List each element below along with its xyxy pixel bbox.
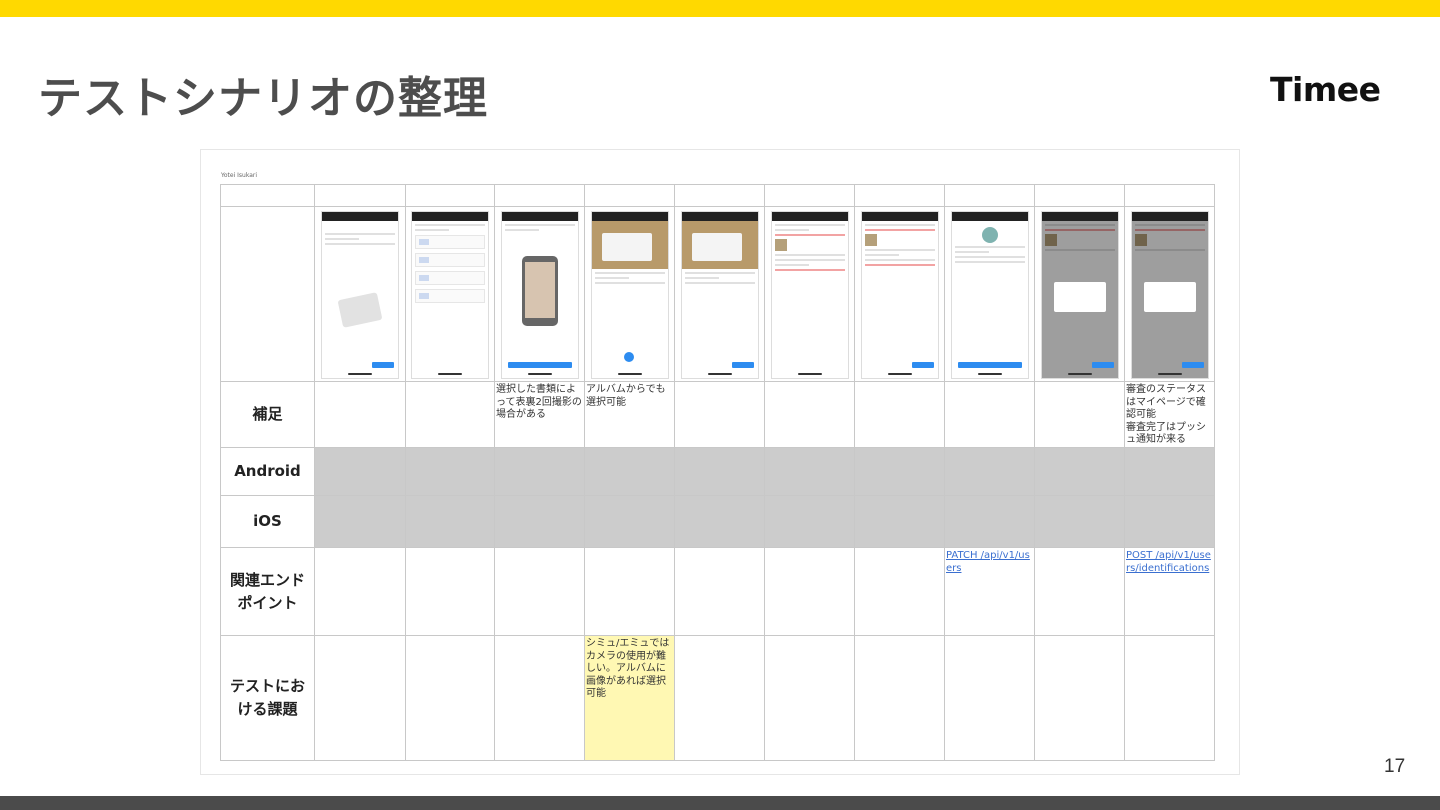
screen-thumbnail — [950, 211, 1029, 379]
row-label-ios: iOS — [220, 495, 315, 548]
table-row-endpoint: 関連エンド ポイント PATCH /api/v1/users POST /api… — [220, 547, 1215, 636]
table-row-supplement: 補足 選択した書類によって表裏2回撮影の場合がある アルバムからでも選択可能 審… — [220, 381, 1215, 448]
endpoint-link[interactable]: PATCH /api/v1/users — [946, 549, 1034, 576]
timee-logo: Timee — [1270, 70, 1381, 109]
screen-thumbnail — [590, 211, 669, 379]
screen-thumbnail — [411, 211, 489, 379]
screen-thumbnail — [1130, 211, 1209, 379]
row-label-issue: テストにお ける課題 — [220, 635, 315, 761]
supplement-note: 審査のステータスはマイページで確認可能 審査完了はプッシュ通知が来る — [1126, 384, 1206, 445]
table-row-screens — [220, 206, 1215, 382]
test-scenario-table: 補足 選択した書類によって表裏2回撮影の場合がある アルバムからでも選択可能 審… — [220, 184, 1215, 761]
supplement-note: 選択した書類によって表裏2回撮影の場合がある — [496, 384, 582, 420]
supplement-note: アルバムからでも選択可能 — [586, 384, 666, 408]
endpoint-link[interactable]: POST /api/v1/users/identifications — [1126, 549, 1214, 576]
screen-thumbnail — [860, 211, 939, 379]
row-label-supplement: 補足 — [220, 381, 315, 448]
bottom-bar — [0, 796, 1440, 810]
screen-thumbnail — [680, 211, 759, 379]
slide-title: テストシナリオの整理 — [38, 73, 488, 124]
screen-thumbnail — [770, 211, 849, 379]
spreadsheet-screenshot: Yotei Isukari 補足 選択した書類によって表裏2回撮影の場合がある … — [201, 150, 1239, 774]
table-row-android: Android — [220, 447, 1215, 496]
screen-thumbnail — [1040, 211, 1119, 379]
table-row-issue: テストにお ける課題 シミュ/エミュではカメラの使用が難しい。アルバムに画像があ… — [220, 635, 1215, 761]
row-label-android: Android — [220, 447, 315, 496]
table-row-ios: iOS — [220, 495, 1215, 548]
table-row — [220, 184, 1215, 207]
screen-thumbnail — [321, 211, 399, 379]
issue-note: シミュ/エミュではカメラの使用が難しい。アルバムに画像があれば選択可能 — [586, 638, 670, 699]
row-label-endpoint: 関連エンド ポイント — [220, 547, 315, 636]
top-accent-bar — [0, 0, 1440, 17]
sheet-caption: Yotei Isukari — [221, 172, 258, 179]
screen-thumbnail — [500, 211, 579, 379]
page-number: 17 — [1384, 756, 1406, 777]
